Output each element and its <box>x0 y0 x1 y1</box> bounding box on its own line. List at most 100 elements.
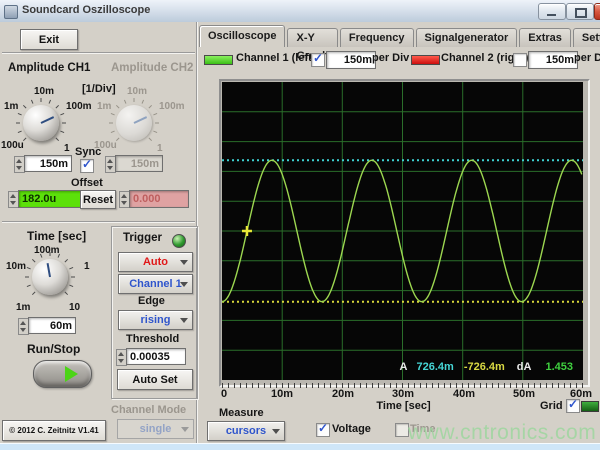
app-window: Soundcard Oszilloscope Exit Amplitude CH… <box>0 0 600 450</box>
threshold-label: Threshold <box>126 333 180 345</box>
grid-color-swatch <box>581 401 599 412</box>
minimize-button[interactable] <box>538 3 566 20</box>
scope-waveform-svg <box>222 82 583 380</box>
knob-tick <box>123 99 127 104</box>
per-div-unit-label: [1/Div] <box>82 83 116 95</box>
channel2-per-div-value[interactable]: 150m <box>528 51 578 69</box>
offset-label: Offset <box>71 177 103 189</box>
maximize-button[interactable] <box>566 3 594 20</box>
channel1-per-div-value[interactable]: 150m <box>326 51 376 69</box>
edge-label: Edge <box>138 295 165 307</box>
threshold-value[interactable]: 0.00035 <box>126 348 186 365</box>
auto-set-button[interactable]: Auto Set <box>117 369 193 390</box>
channel1-label: Channel 1 (left) <box>236 52 316 64</box>
sync-checkbox[interactable] <box>80 157 94 173</box>
minimize-icon <box>547 14 556 16</box>
watermark-text: www.cntronics.com <box>408 421 597 444</box>
tab-settings[interactable]: Settings <box>572 28 600 47</box>
run-stop-toggle[interactable] <box>33 360 92 388</box>
app-icon <box>4 5 18 19</box>
exit-button[interactable]: Exit <box>20 29 78 50</box>
channel-mode-value: single <box>139 423 172 435</box>
measure-mode-value: cursors <box>225 425 267 437</box>
knob-tick <box>22 137 27 142</box>
knob-tick <box>110 112 115 116</box>
tab-xy-graph[interactable]: X-Y Graph <box>287 28 338 62</box>
chevron-down-icon <box>181 427 189 432</box>
knob-tick <box>69 266 74 270</box>
grid-label: Grid <box>540 400 563 412</box>
knob-tick <box>55 104 60 109</box>
knob-tick <box>148 104 153 109</box>
separator <box>2 52 195 54</box>
cursor-measurement-row: A 726.4m -726.4m dA 1.453 <box>400 361 573 373</box>
knob-tick <box>49 252 51 256</box>
amplitude-ch1-knob[interactable] <box>13 95 69 151</box>
ch2-amplitude-value: 150m <box>115 155 163 172</box>
chevron-down-icon <box>180 260 188 265</box>
tab-frequency[interactable]: Frequency <box>339 28 414 47</box>
trigger-edge-dropdown[interactable]: rising <box>118 310 193 330</box>
time-dial-label-1: 1 <box>84 261 90 272</box>
window-body: Exit Amplitude CH1 Amplitude CH2 [1/Div]… <box>0 22 600 444</box>
voltage-checkbox[interactable] <box>316 421 330 437</box>
knob-tick <box>115 104 120 109</box>
offset-ch2-value: 0.000 <box>129 190 189 208</box>
cursor-a-value: 726.4m <box>416 361 454 373</box>
delta-label: dA <box>516 361 532 373</box>
voltage-label: Voltage <box>332 423 371 435</box>
ch1-amplitude-value[interactable]: 150m <box>24 155 72 172</box>
measure-label: Measure <box>219 407 264 419</box>
version-button[interactable]: © 2012 C. Zeitnitz V1.41 <box>2 420 106 441</box>
knob-tick <box>133 98 135 102</box>
knob-tick <box>26 266 31 270</box>
knob-tick <box>22 104 27 109</box>
tab-bar: Oscilloscope X-Y Graph Frequency Signalg… <box>199 25 600 62</box>
knob-tick <box>110 130 115 134</box>
channel1-enable-checkbox[interactable] <box>311 51 325 67</box>
trigger-title: Trigger <box>123 232 162 244</box>
knob-tick <box>62 122 66 124</box>
knob-tick <box>17 112 22 116</box>
time-measure-checkbox[interactable] <box>395 423 409 437</box>
tab-signalgenerator[interactable]: Signalgenerator <box>415 28 518 47</box>
chevron-down-icon <box>272 429 280 434</box>
amplitude-ch2-title: Amplitude CH2 <box>111 62 194 74</box>
knob-tick <box>39 253 43 258</box>
cursor-a-label: A <box>399 361 408 373</box>
trigger-edge-value: rising <box>140 314 171 326</box>
delta-value: 1.453 <box>545 361 573 373</box>
x-tick: 20m <box>331 388 355 400</box>
offset-ch1-value[interactable]: 182.0u <box>18 190 82 208</box>
knob-tick <box>115 137 120 142</box>
knob-tick <box>64 291 69 296</box>
offset-reset-button[interactable]: Reset <box>80 190 116 209</box>
channel-mode-dropdown: single <box>117 419 194 439</box>
close-button[interactable] <box>594 3 600 20</box>
knob-tick <box>17 130 22 134</box>
knob-tick <box>25 276 29 278</box>
knob-tick <box>148 137 153 142</box>
time-value[interactable]: 60m <box>28 317 76 334</box>
maximize-icon <box>575 8 587 18</box>
knob-tick <box>60 112 65 116</box>
time-title: Time [sec] <box>27 229 87 243</box>
play-icon <box>65 366 78 382</box>
time-knob[interactable] <box>22 249 78 305</box>
trigger-source-value: Channel 1 <box>129 278 182 290</box>
scope-plot-frame: A 726.4m -726.4m dA 1.453 <box>219 79 590 387</box>
amplitude-ch1-title: Amplitude CH1 <box>8 62 91 74</box>
trigger-source-dropdown[interactable]: Channel 1 <box>118 274 193 294</box>
chevron-down-icon <box>180 318 188 323</box>
ch2-dial-label-100m: 100m <box>159 101 185 112</box>
tab-extras[interactable]: Extras <box>519 28 571 47</box>
x-axis-title: Time [sec] <box>376 400 431 412</box>
measure-mode-dropdown[interactable]: cursors <box>207 421 285 441</box>
channel2-enable-checkbox[interactable] <box>513 53 527 67</box>
grid-checkbox[interactable] <box>566 397 580 413</box>
knob-tick <box>69 284 74 288</box>
trigger-mode-dropdown[interactable]: Auto <box>118 252 193 272</box>
x-tick: 40m <box>452 388 476 400</box>
window-title: Soundcard Oszilloscope <box>22 4 151 16</box>
tab-oscilloscope[interactable]: Oscilloscope <box>199 25 286 47</box>
